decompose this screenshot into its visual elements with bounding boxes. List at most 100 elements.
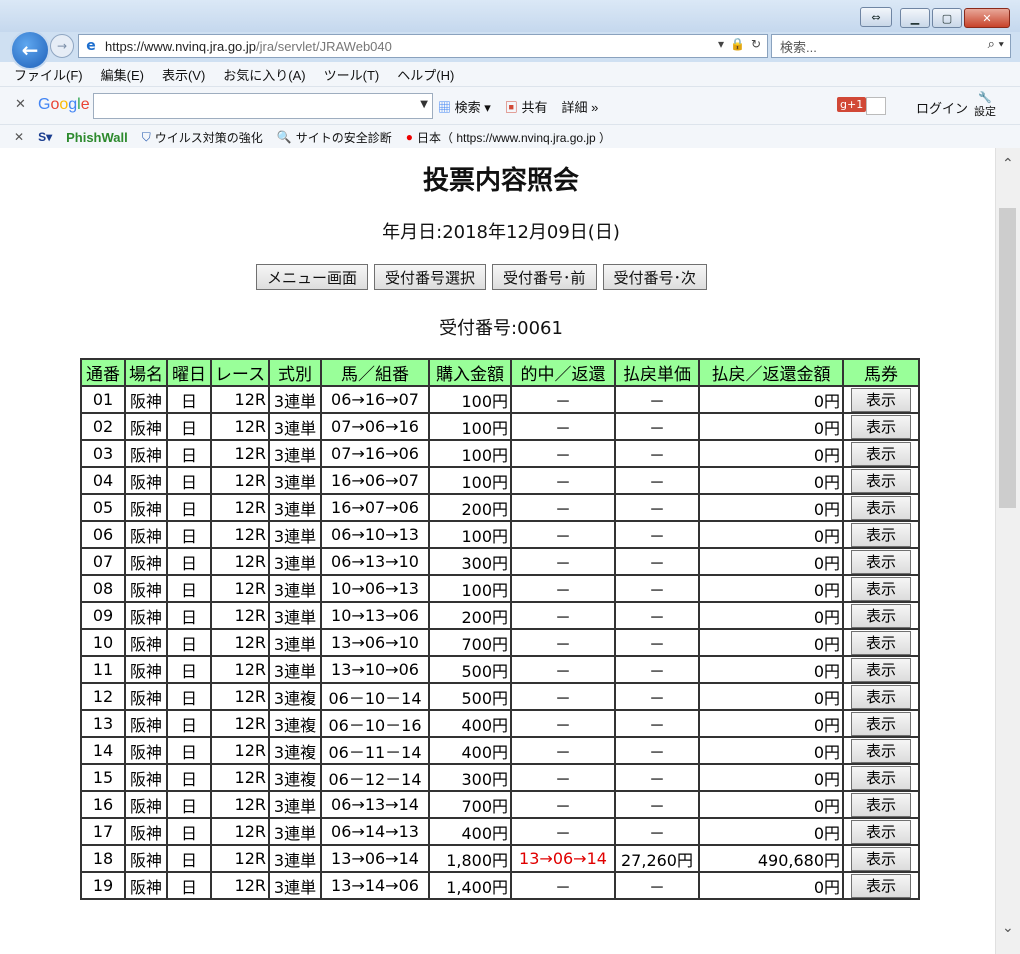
japan-site-item[interactable]: ● 日本（ https://www.nvinq.jra.go.jp ） [406, 129, 611, 146]
search-icon[interactable]: ⌕ ▾ [988, 36, 1004, 52]
show-ticket-button[interactable]: 表示 [851, 468, 911, 493]
cell-unit-payout: － [614, 628, 700, 657]
cell-payout-amount: 0円 [698, 871, 844, 900]
show-ticket-button[interactable]: 表示 [851, 657, 911, 682]
table-row: 12 阪神日 12R 3連複 06－10－14 500円－－ 0円 表示 [80, 682, 920, 711]
cell-bet-type: 3連複 [268, 709, 322, 738]
cell-race: 12R [210, 493, 270, 522]
cell-combination: 07→06→16 [320, 412, 430, 441]
table-row: 14 阪神日 12R 3連複 06－11－14 400円－－ 0円 表示 [80, 736, 920, 765]
cell-combination: 07→16→06 [320, 439, 430, 468]
refresh-icon[interactable]: ↻ [751, 37, 761, 51]
show-ticket-button[interactable]: 表示 [851, 603, 911, 628]
show-ticket-button[interactable]: 表示 [851, 819, 911, 844]
back-button[interactable]: ← [10, 30, 50, 70]
show-ticket-button[interactable]: 表示 [851, 630, 911, 655]
cell-ticket: 表示 [842, 655, 920, 684]
menu-screen-button[interactable]: メニュー画面 [256, 264, 369, 290]
cell-race: 12R [210, 547, 270, 576]
menu-edit[interactable]: 編集(E) [101, 65, 144, 84]
cell-combination: 16→07→06 [320, 493, 430, 522]
show-ticket-button[interactable]: 表示 [851, 441, 911, 466]
google-search-button[interactable]: ▦ 検索 ▾ [438, 97, 491, 116]
header-combination: 馬／組番 [320, 358, 430, 387]
cell-combination: 13→10→06 [320, 655, 430, 684]
cell-ticket: 表示 [842, 844, 920, 873]
chevron-down-icon[interactable]: ▼ [420, 99, 428, 110]
menu-view[interactable]: 表示(V) [162, 65, 205, 84]
dropdown-icon[interactable]: ▾ [718, 37, 724, 51]
show-ticket-button[interactable]: 表示 [851, 414, 911, 439]
scroll-up-icon[interactable]: ⌃ [1002, 156, 1014, 172]
lock-icon[interactable]: 🔒 [730, 37, 745, 51]
virus-protection-item[interactable]: ⛉ ウイルス対策の強化 [142, 129, 263, 146]
header-ticket: 馬券 [842, 358, 920, 387]
cell-serial: 12 [80, 682, 126, 711]
cell-weekday: 日 [166, 817, 212, 846]
cell-weekday: 日 [166, 790, 212, 819]
cell-payout-amount: 0円 [698, 493, 844, 522]
gplus-button[interactable]: g+1 [837, 97, 867, 112]
detail-button[interactable]: 詳細 » [561, 97, 598, 116]
cell-venue: 阪神 [124, 412, 168, 441]
search-placeholder: 検索... [780, 39, 817, 55]
show-ticket-button[interactable]: 表示 [851, 792, 911, 817]
vertical-scrollbar[interactable]: ⌃ ⌄ [995, 148, 1020, 954]
cell-unit-payout: － [614, 655, 700, 684]
forward-button[interactable]: → [50, 34, 74, 58]
show-ticket-button[interactable]: 表示 [851, 684, 911, 709]
close-toolbar-icon[interactable]: ✕ [15, 97, 26, 112]
site-diagnosis-item[interactable]: 🔍 サイトの安全診断 [277, 129, 392, 146]
s-menu-icon[interactable]: S▾ [38, 130, 52, 144]
cell-amount: 700円 [428, 628, 512, 657]
cell-amount: 100円 [428, 412, 512, 441]
show-ticket-button[interactable]: 表示 [851, 576, 911, 601]
cell-serial: 08 [80, 574, 126, 603]
settings-button[interactable]: 🔧 設定 [974, 91, 996, 119]
table-row: 16 阪神日 12R 3連単 06→13→14 700円－－ 0円 表示 [80, 790, 920, 819]
cell-race: 12R [210, 412, 270, 441]
wrench-icon: 🔧 [978, 91, 992, 104]
maximize-button[interactable]: ▢ [932, 8, 962, 28]
cell-serial: 09 [80, 601, 126, 630]
cell-race: 12R [210, 466, 270, 495]
browser-search-input[interactable]: 検索... ⌕ ▾ [771, 34, 1011, 58]
menu-help[interactable]: ヘルプ(H) [397, 65, 454, 84]
cell-weekday: 日 [166, 601, 212, 630]
show-ticket-button[interactable]: 表示 [851, 387, 911, 412]
phishwall-item[interactable]: PhishWall [66, 130, 128, 145]
cell-race: 12R [210, 817, 270, 846]
show-ticket-button[interactable]: 表示 [851, 711, 911, 736]
cell-amount: 100円 [428, 520, 512, 549]
menu-favorites[interactable]: お気に入り(A) [223, 65, 305, 84]
receipt-next-button[interactable]: 受付番号･次 [602, 264, 708, 290]
show-ticket-button[interactable]: 表示 [851, 738, 911, 763]
menu-tools[interactable]: ツール(T) [324, 65, 380, 84]
google-search-input[interactable]: ▼ [93, 93, 433, 119]
login-button[interactable]: ログイン [916, 98, 968, 117]
restore-extra-button[interactable]: ⇔ [860, 7, 892, 27]
minimize-button[interactable]: ▁ [900, 8, 930, 28]
show-ticket-button[interactable]: 表示 [851, 522, 911, 547]
cell-unit-payout: － [614, 574, 700, 603]
receipt-select-button[interactable]: 受付番号選択 [374, 264, 487, 290]
close-favbar-icon[interactable]: ✕ [14, 130, 24, 144]
show-ticket-button[interactable]: 表示 [851, 549, 911, 574]
show-ticket-button[interactable]: 表示 [851, 495, 911, 520]
race-date: 年月日:2018年12月09日(日) [382, 222, 620, 243]
cell-serial: 04 [80, 466, 126, 495]
show-ticket-button[interactable]: 表示 [851, 765, 911, 790]
show-ticket-button[interactable]: 表示 [851, 873, 911, 898]
share-button[interactable]: ▣ 共有 [505, 97, 548, 116]
address-bar[interactable]: e https://www.nvinq.jra.go.jp/jra/servle… [78, 34, 768, 58]
show-ticket-button[interactable]: 表示 [851, 846, 911, 871]
table-row: 03 阪神日 12R 3連単 07→16→06 100円－－ 0円 表示 [80, 439, 920, 468]
scroll-thumb[interactable] [999, 208, 1016, 508]
cell-weekday: 日 [166, 574, 212, 603]
close-button[interactable]: ✕ [964, 8, 1010, 28]
scroll-down-icon[interactable]: ⌄ [1002, 920, 1014, 936]
receipt-prev-button[interactable]: 受付番号･前 [492, 264, 597, 290]
cell-ticket: 表示 [842, 817, 920, 846]
header-weekday: 曜日 [166, 358, 212, 387]
table-row: 11 阪神日 12R 3連単 13→10→06 500円－－ 0円 表示 [80, 655, 920, 684]
